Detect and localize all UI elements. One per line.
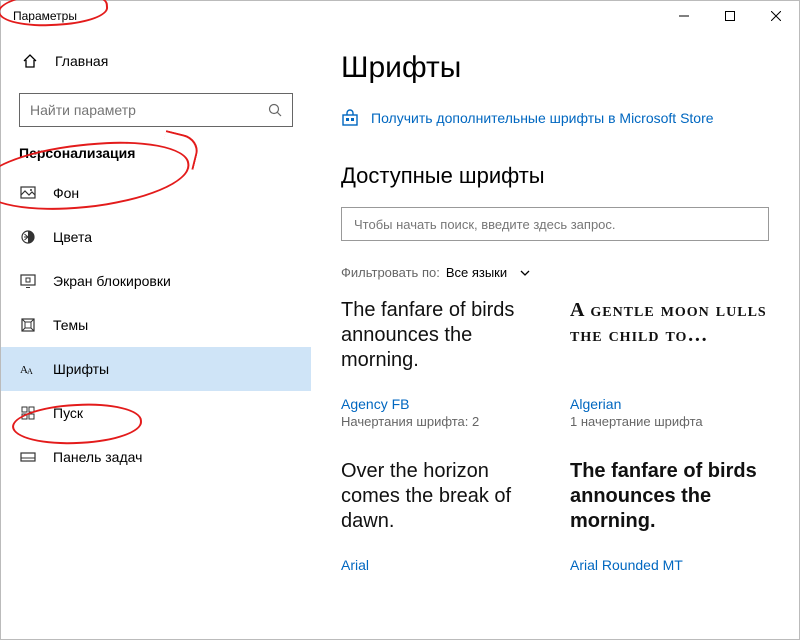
font-sample: The fanfare of birds announces the morni… [341,298,540,386]
store-link-label: Получить дополнительные шрифты в Microso… [371,110,714,126]
search-icon [268,103,282,117]
font-card[interactable]: Over the horizon comes the break of dawn… [341,459,540,575]
nav-item[interactable]: Темы [1,303,311,347]
nav-icon [19,185,37,201]
font-name: Arial [341,557,540,573]
nav-item[interactable]: AA Шрифты [1,347,311,391]
section-title: Доступные шрифты [341,163,769,189]
page-title: Шрифты [341,51,769,85]
nav-item-label: Экран блокировки [53,273,171,289]
store-icon [341,109,359,127]
titlebar: Параметры [1,1,799,31]
nav-icon [19,317,37,333]
get-more-fonts-link[interactable]: Получить дополнительные шрифты в Microso… [341,109,769,127]
home-label: Главная [55,53,108,69]
nav-icon [19,449,37,465]
nav-item-label: Цвета [53,229,92,245]
nav-item-label: Панель задач [53,449,142,465]
nav-icon [19,229,37,245]
nav-icon [19,405,37,421]
nav-list: Фон Цвета Экран блокировки Темы AA Шрифты Пуск… [1,171,311,479]
nav-item-label: Фон [53,185,79,201]
svg-text:A: A [27,367,33,376]
filter-label: Фильтровать по: [341,265,440,280]
font-card[interactable]: A gentle moon lulls the child to… Algeria… [570,298,769,429]
chevron-down-icon [519,267,531,279]
nav-icon: AA [19,361,37,377]
window-controls [661,1,799,31]
nav-item-label: Темы [53,317,88,333]
maximize-button[interactable] [707,1,753,31]
nav-item-label: Пуск [53,405,83,421]
minimize-button[interactable] [661,1,707,31]
home-icon [21,53,39,69]
nav-item[interactable]: Цвета [1,215,311,259]
category-title: Персонализация [1,145,311,161]
nav-item[interactable]: Фон [1,171,311,215]
font-search-box[interactable]: Чтобы начать поиск, введите здесь запрос… [341,207,769,241]
font-name: Arial Rounded MT [570,557,769,573]
main-pane: Шрифты Получить дополнительные шрифты в … [311,31,799,639]
search-input[interactable] [30,102,268,118]
settings-window: Параметры Главная Персонализация ФонЦве [0,0,800,640]
nav-item[interactable]: Панель задач [1,435,311,479]
nav-item-label: Шрифты [53,361,109,377]
font-card[interactable]: The fanfare of birds announces the morni… [341,298,540,429]
font-meta: 1 начертание шрифта [570,414,769,429]
window-title: Параметры [13,9,77,23]
font-meta: Начертания шрифта: 2 [341,414,540,429]
font-name: Agency FB [341,396,540,412]
font-sample: A gentle moon lulls the child to… [570,298,769,386]
nav-icon [19,273,37,289]
filter-row[interactable]: Фильтровать по: Все языки [341,265,769,280]
filter-value: Все языки [446,265,507,280]
nav-item[interactable]: Экран блокировки [1,259,311,303]
nav-item[interactable]: Пуск [1,391,311,435]
font-name: Algerian [570,396,769,412]
font-search-placeholder: Чтобы начать поиск, введите здесь запрос… [354,217,616,232]
sidebar: Главная Персонализация Фон Цвета Экран бло… [1,31,311,639]
home-button[interactable]: Главная [1,41,311,81]
search-settings[interactable] [19,93,293,127]
font-sample: The fanfare of birds announces the morni… [570,459,769,547]
font-grid: The fanfare of birds announces the morni… [341,298,769,575]
font-card[interactable]: The fanfare of birds announces the morni… [570,459,769,575]
close-button[interactable] [753,1,799,31]
font-sample: Over the horizon comes the break of dawn… [341,459,540,547]
